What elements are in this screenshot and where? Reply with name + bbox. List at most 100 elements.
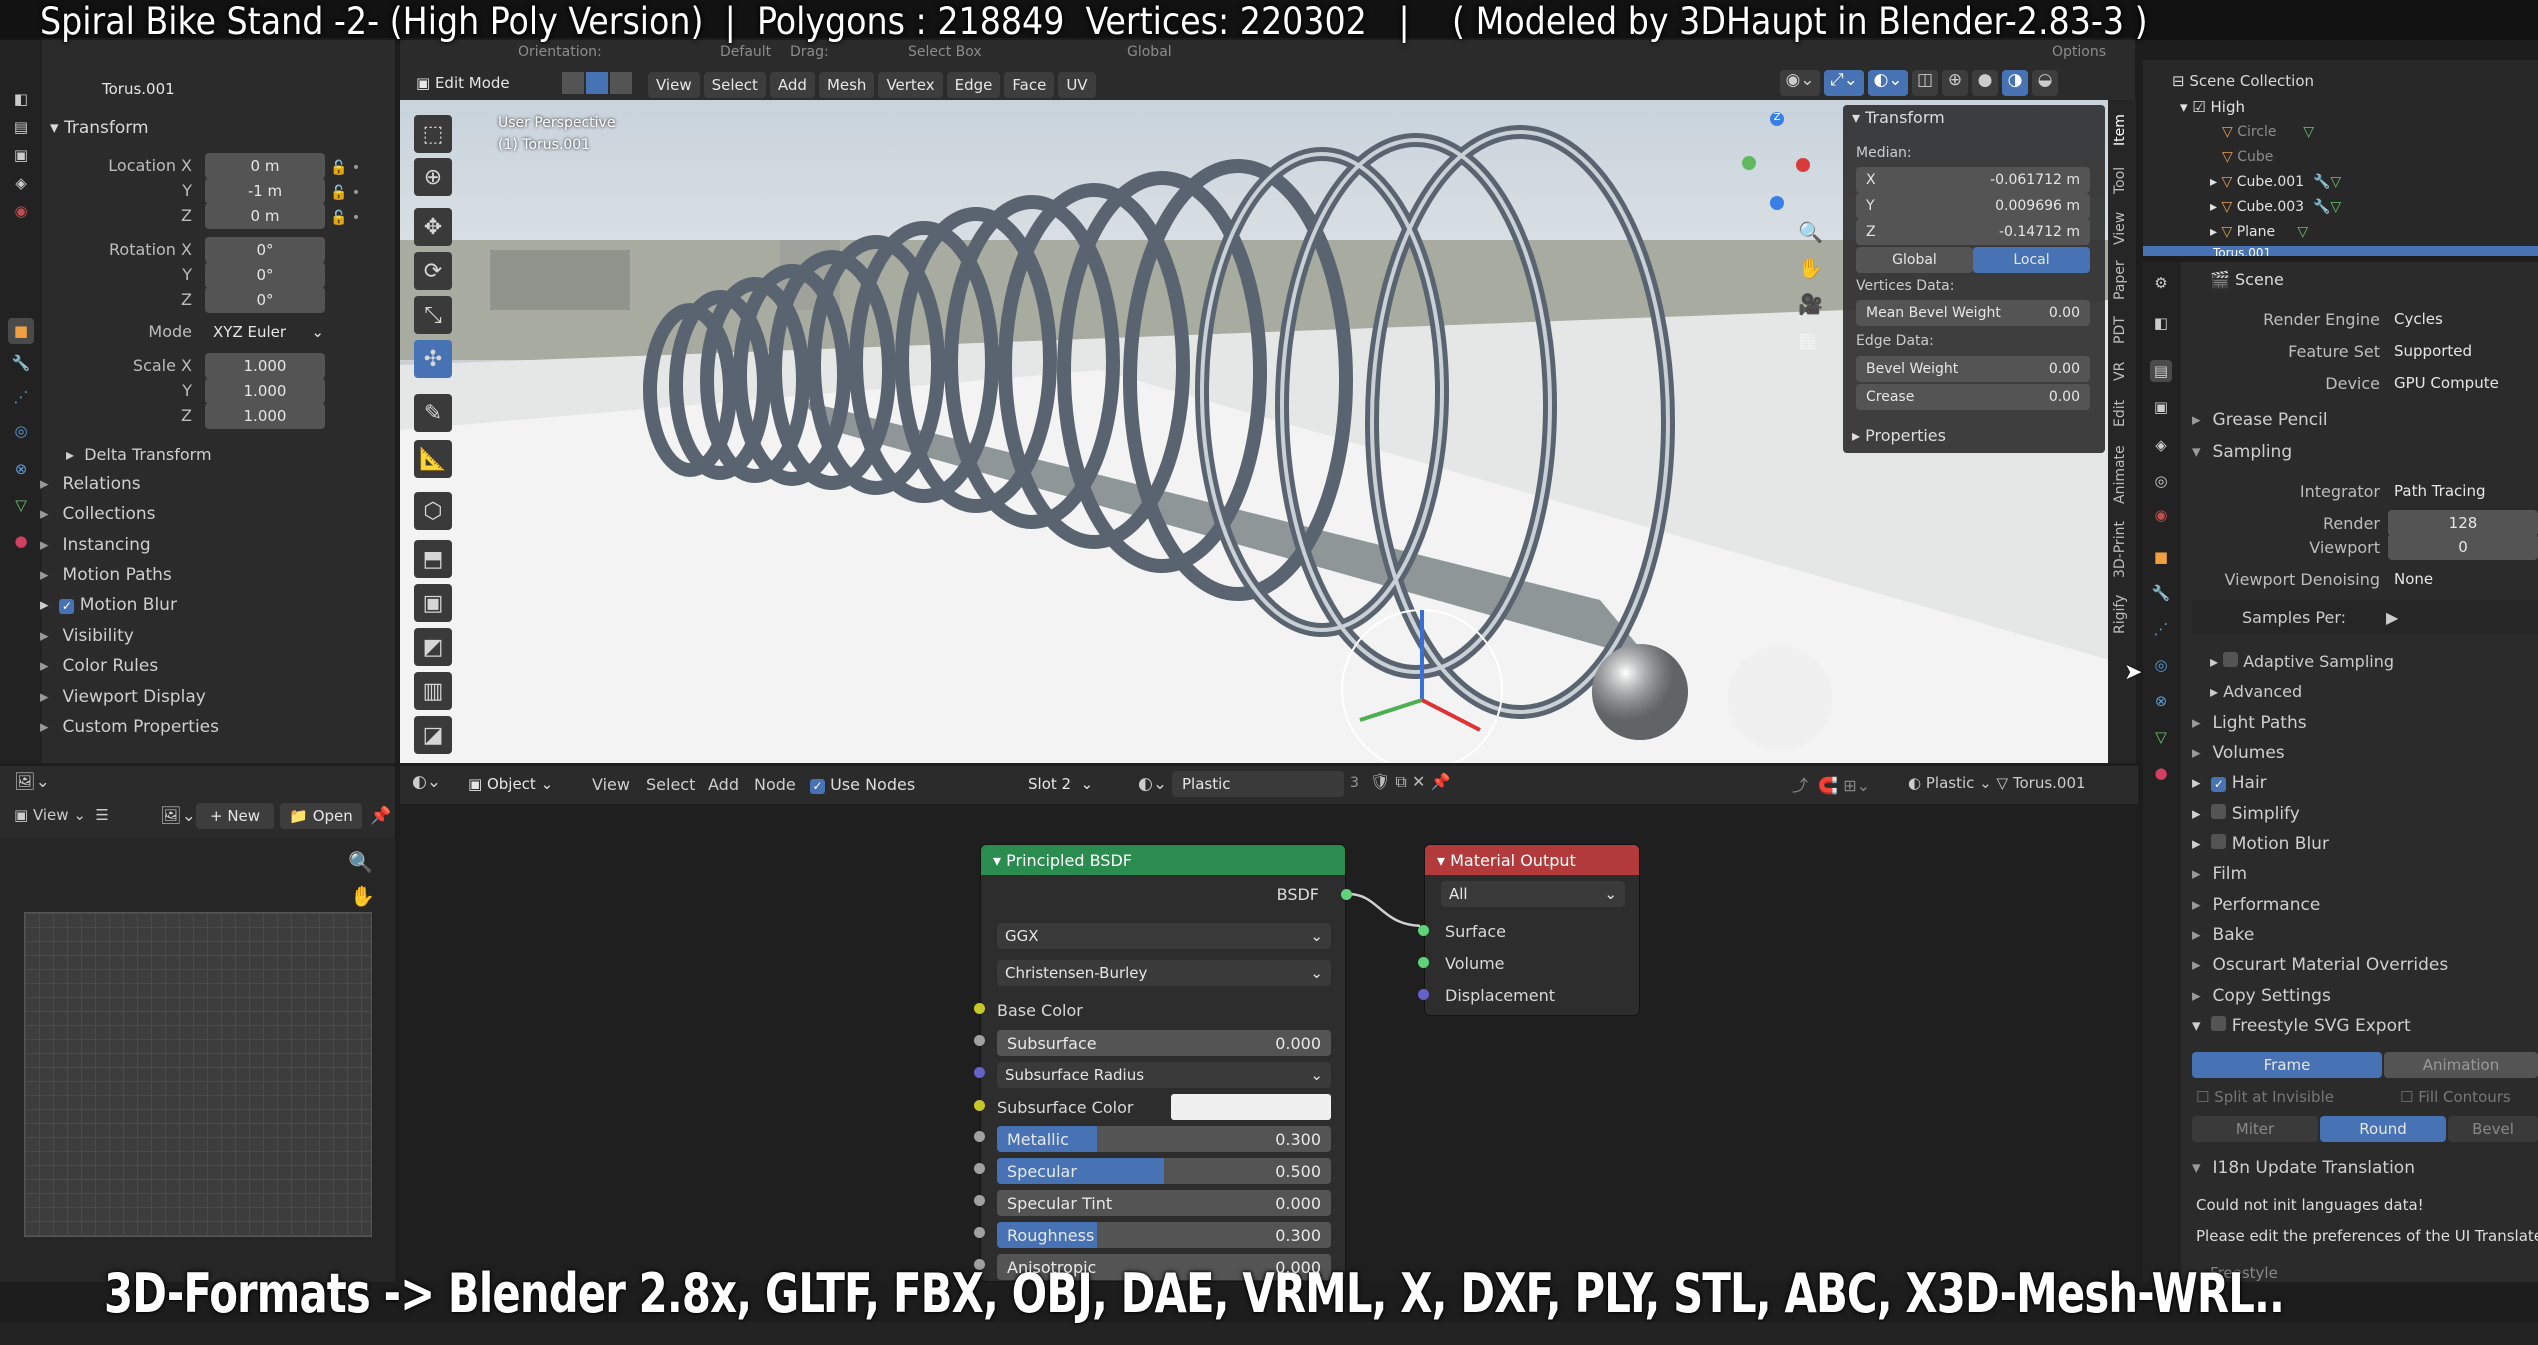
base-color-input[interactable]: Base Color — [997, 998, 1083, 1022]
local-toggle[interactable]: Local — [1973, 247, 2090, 273]
outliner-root[interactable]: ⊟ Scene Collection — [2172, 72, 2314, 90]
data-tab-icon[interactable]: ▽ — [2150, 726, 2172, 748]
surface-input[interactable]: Surface — [1445, 919, 1506, 943]
pin-icon[interactable]: 📌 — [1430, 772, 1450, 791]
node-menu-node[interactable]: Node — [754, 775, 796, 794]
subsurface-socket[interactable] — [974, 1035, 985, 1046]
constraints-tab-icon[interactable]: ⊗ — [2150, 690, 2172, 712]
surface-socket[interactable] — [1418, 925, 1429, 936]
tab-tool[interactable]: Tool — [2112, 160, 2132, 200]
section-adaptive-sampling[interactable]: ▸ Adaptive Sampling — [2210, 652, 2394, 671]
checkbox-icon[interactable]: ✓ — [2211, 777, 2227, 792]
render-tab-icon[interactable]: ◧ — [2150, 312, 2172, 334]
displacement-input[interactable]: Displacement — [1445, 983, 1555, 1007]
solid-shading-icon[interactable]: ● — [1972, 70, 1998, 96]
navigation-gizmo[interactable]: Z — [1740, 112, 1816, 212]
pin-icon[interactable]: 📌 — [370, 806, 391, 826]
section-motion-paths[interactable]: Motion Paths — [40, 565, 172, 585]
tab-view[interactable]: View — [2112, 208, 2132, 248]
xray-icon[interactable]: ◫ — [1912, 70, 1938, 96]
open-image-button[interactable]: 📁 Open — [280, 803, 362, 829]
image-view-menu[interactable]: ▣ View ⌄ ☰ — [14, 806, 109, 824]
checkbox-icon[interactable] — [2211, 834, 2227, 849]
annotate-tool-icon[interactable]: ✎ — [414, 394, 452, 432]
gizmo-icon[interactable]: ⤢⌄ — [1824, 70, 1864, 96]
location-x-field[interactable]: 0 m — [205, 153, 325, 179]
device-dropdown[interactable]: GPU Compute — [2388, 370, 2538, 396]
scene-tab-icon[interactable]: ◈ — [10, 172, 32, 194]
section-custom-properties[interactable]: Custom Properties — [40, 717, 219, 737]
inset-tool-icon[interactable]: ▣ — [414, 584, 452, 622]
particles-tab-icon[interactable]: ⋰ — [10, 386, 32, 408]
move-tool-icon[interactable]: ✥ — [414, 208, 452, 246]
samples-per-row[interactable]: Samples Per: ▶ — [2192, 600, 2538, 634]
view-layer-tab-icon[interactable]: ▣ — [2150, 396, 2172, 418]
menu-select[interactable]: Select — [703, 72, 766, 98]
menu-edge[interactable]: Edge — [946, 72, 1001, 98]
volume-input[interactable]: Volume — [1445, 951, 1505, 975]
frame-toggle[interactable]: Frame — [2192, 1052, 2382, 1078]
pan-hand-icon[interactable]: ✋ — [1798, 256, 1823, 280]
cursor-tool-icon[interactable]: ⊕ — [414, 158, 452, 196]
image-canvas-grid[interactable] — [24, 912, 372, 1237]
node-menu-select[interactable]: Select — [646, 775, 695, 794]
shader-editor-type-icon[interactable]: ◐⌄ — [412, 772, 441, 792]
modifier-tab-icon[interactable]: 🔧 — [10, 352, 32, 374]
section-collections[interactable]: Collections — [40, 504, 156, 524]
world-tab-icon[interactable]: ◎ — [2150, 470, 2172, 492]
select-mode-buttons[interactable] — [562, 72, 632, 94]
output-target-dropdown[interactable]: All ⌄ — [1441, 881, 1625, 907]
section-i18n[interactable]: I18n Update Translation — [2192, 1158, 2415, 1178]
metallic-socket[interactable] — [974, 1131, 985, 1142]
mode-dropdown[interactable]: ▣ Edit Mode — [408, 70, 554, 96]
section-advanced[interactable]: ▸ Advanced — [2210, 682, 2302, 701]
object-name-field[interactable]: Torus.001 — [58, 76, 378, 102]
crease-field[interactable]: Crease 0.00 — [1856, 384, 2090, 410]
checkbox-icon[interactable] — [2211, 1016, 2227, 1031]
node-menu-add[interactable]: Add — [708, 775, 739, 794]
gizmo-y-axis[interactable] — [1742, 156, 1756, 170]
transform-tool-icon[interactable]: ✣ — [414, 340, 452, 378]
object-tab-icon[interactable]: ■ — [8, 318, 34, 344]
base-color-socket[interactable] — [974, 1003, 985, 1014]
tab-vr[interactable]: VR — [2112, 356, 2132, 386]
transform-header[interactable]: ▾ Transform — [50, 118, 149, 138]
bsdf-node-header[interactable]: ▾ Principled BSDF — [981, 845, 1345, 875]
bsdf-output-socket[interactable] — [1341, 889, 1352, 900]
slot-dropdown[interactable]: Slot 2 ⌄ — [1020, 771, 1126, 797]
camera-icon[interactable]: 🎥 — [1798, 292, 1823, 316]
use-nodes-checkbox[interactable]: ✓ Use Nodes — [810, 775, 915, 794]
image-browse-icon[interactable]: 🖼⌄ — [160, 806, 196, 826]
render-samples-field[interactable]: 128 — [2388, 510, 2538, 536]
image-zoom-icon[interactable]: 🔍 — [348, 850, 373, 874]
rotation-x-field[interactable]: 0° — [205, 237, 325, 263]
snap-mode-icon[interactable]: ⊞⌄ — [1843, 776, 1870, 795]
viewport-shading-buttons[interactable]: ◉⌄ ⤢⌄ ◐⌄ ◫ ⊕ ● ◑ ◒ — [1780, 70, 2058, 96]
tab-rigify[interactable]: Rigify — [2112, 590, 2132, 638]
render-engine-dropdown[interactable]: Cycles — [2388, 306, 2538, 332]
menu-uv[interactable]: UV — [1058, 72, 1096, 98]
image-pan-icon[interactable]: ✋ — [350, 884, 375, 908]
material-tab-icon[interactable]: ● — [2150, 762, 2172, 784]
tab-pdt[interactable]: PDT — [2112, 312, 2132, 348]
vertex-select-icon[interactable] — [562, 72, 584, 94]
delta-transform-section[interactable]: ▸ Delta Transform — [66, 445, 212, 464]
specular-slider[interactable]: Specular 0.500 — [997, 1158, 1331, 1184]
section-viewport-display[interactable]: Viewport Display — [40, 687, 206, 707]
miter-toggle[interactable]: Miter — [2192, 1116, 2318, 1142]
principled-bsdf-node[interactable]: ▾ Principled BSDF BSDF GGX ⌄ Christensen-… — [980, 844, 1346, 1282]
scale-y-field[interactable]: 1.000 — [205, 378, 325, 404]
extrude-tool-icon[interactable]: ⬒ — [414, 540, 452, 578]
editor-type-icon[interactable]: 🖼⌄ — [14, 772, 50, 792]
lock-icon[interactable]: 🔓 • — [330, 181, 360, 206]
subsurface-color-input[interactable]: Subsurface Color — [997, 1095, 1133, 1119]
output-tab-icon[interactable]: ▤ — [2150, 360, 2172, 382]
subsurface-color-socket[interactable] — [974, 1100, 985, 1111]
measure-tool-icon[interactable]: 📐 — [414, 440, 452, 478]
object-tab-icon[interactable]: ■ — [2150, 546, 2172, 568]
world-tab-icon[interactable]: ◉ — [10, 200, 32, 222]
lock-icon[interactable]: 🔓 • — [330, 206, 360, 231]
npanel-properties-header[interactable]: ▸ Properties — [1852, 426, 1946, 445]
location-y-field[interactable]: -1 m — [205, 178, 325, 204]
menu-face[interactable]: Face — [1004, 72, 1055, 98]
